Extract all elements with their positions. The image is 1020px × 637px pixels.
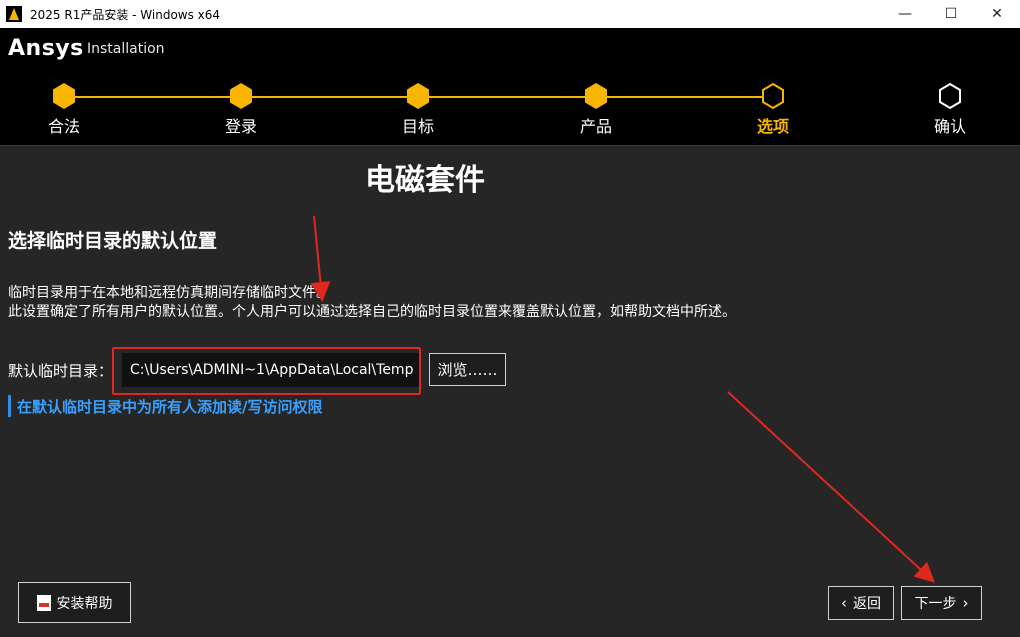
section-title: 选择临时目录的默认位置: [8, 230, 218, 252]
step-options: 选项: [723, 82, 823, 137]
hexagon-filled-icon: [53, 83, 75, 109]
minimize-button[interactable]: —: [882, 0, 928, 28]
description: 临时目录用于在本地和远程仿真期间存储临时文件。 此设置确定了所有用户的默认位置。…: [8, 284, 736, 322]
install-help-label: 安装帮助: [56, 595, 113, 612]
step-label: 目标: [401, 117, 434, 136]
annotation-arrow-to-next: [727, 391, 935, 583]
window-title: 2025 R1产品安装 - Windows x64: [30, 7, 221, 22]
installation-subtitle: Installation: [87, 41, 165, 57]
temp-dir-label: 默认临时目录：: [8, 362, 114, 380]
ansys-app-icon: [6, 6, 22, 22]
hexagon-filled-icon: [230, 83, 252, 109]
hexagon-filled-icon: [585, 83, 607, 109]
installer-header: Ansys Installation 合法 登录 目标 产品 选项 确认: [0, 28, 1020, 146]
temp-dir-input[interactable]: C:\Users\ADMINI~1\AppData\Local\Temp: [122, 353, 420, 387]
add-permission-link[interactable]: 在默认临时目录中为所有人添加读/写访问权限: [8, 395, 322, 417]
step-label: 合法: [47, 117, 80, 136]
install-help-button[interactable]: 安装帮助: [18, 582, 131, 623]
step-label: 登录: [224, 117, 257, 136]
step-label: 选项: [756, 117, 789, 136]
hexagon-filled-icon: [407, 83, 429, 109]
chevron-right-icon: ›: [962, 594, 969, 612]
browse-button[interactable]: 浏览……: [429, 353, 506, 386]
step-label: 产品: [579, 117, 612, 136]
title-bar: 2025 R1产品安装 - Windows x64 — ☐ ✕: [0, 0, 1020, 28]
chevron-left-icon: ‹: [841, 594, 847, 612]
step-confirm: 确认: [900, 82, 1000, 137]
step-label: 确认: [933, 117, 966, 136]
hexagon-outline-icon: [762, 82, 784, 110]
next-button[interactable]: 下一步 ›: [901, 586, 982, 620]
ansys-logo: Ansys: [8, 36, 84, 61]
hexagon-outline-icon: [939, 82, 961, 110]
pdf-icon: [36, 594, 51, 611]
step-legal: 合法: [14, 82, 114, 137]
step-target: 目标: [368, 82, 468, 137]
product-title: 电磁套件: [365, 163, 485, 198]
step-products: 产品: [546, 82, 646, 137]
next-label: 下一步: [914, 596, 957, 612]
step-login: 登录: [191, 82, 291, 137]
back-button[interactable]: ‹ 返回: [828, 586, 894, 620]
description-line-1: 临时目录用于在本地和远程仿真期间存储临时文件。: [8, 285, 330, 301]
close-button[interactable]: ✕: [974, 0, 1020, 28]
description-line-2: 此设置确定了所有用户的默认位置。个人用户可以通过选择自己的临时目录位置来覆盖默认…: [8, 304, 736, 320]
maximize-button[interactable]: ☐: [928, 0, 974, 28]
installer-window: 2025 R1产品安装 - Windows x64 — ☐ ✕ Ansys In…: [0, 0, 1020, 637]
back-label: 返回: [853, 596, 881, 612]
